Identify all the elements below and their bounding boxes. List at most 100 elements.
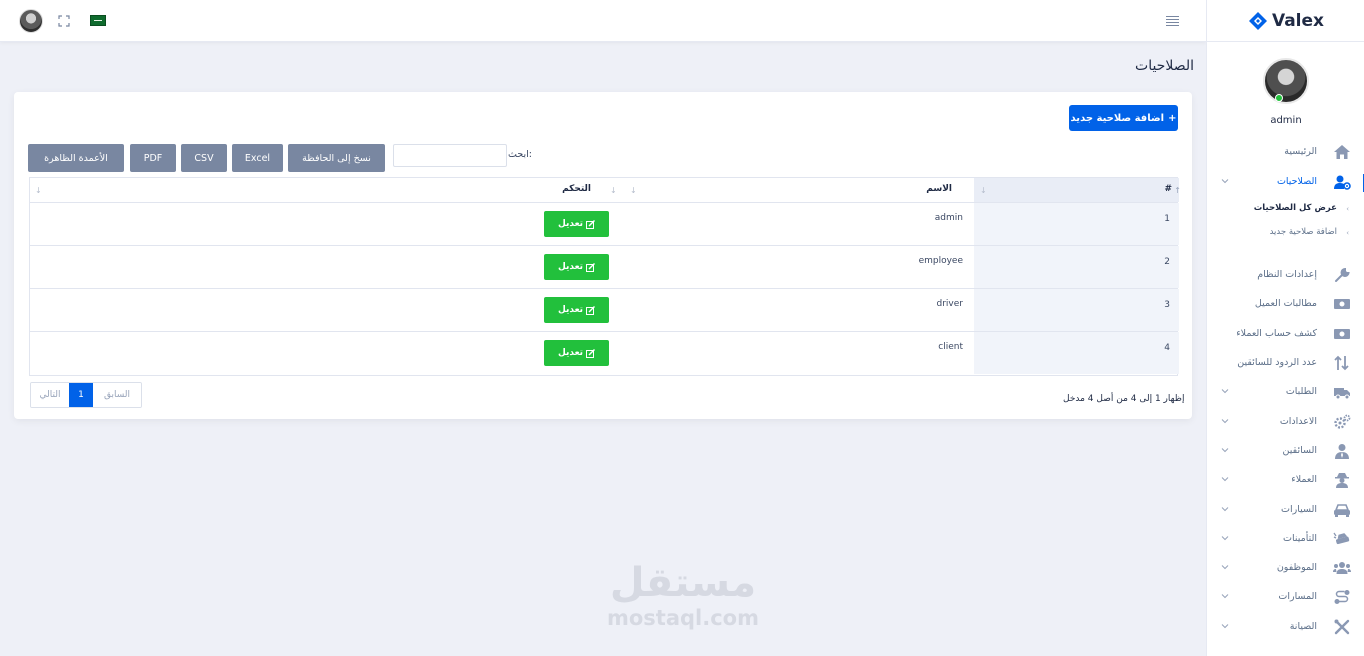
column-header-name[interactable]: الاسم ↓ [626, 178, 974, 202]
page-1-button[interactable]: 1 [69, 383, 93, 407]
wrench-icon [1335, 267, 1350, 282]
chevron-down-icon [1221, 594, 1229, 599]
sidebar-item-label: الموظفون [1276, 562, 1317, 573]
valex-logo-icon [1248, 11, 1267, 30]
permissions-table: # ↓ ↑ الاسم ↓ التحكم ↓ ↓ 1 admin تعديل 2… [29, 177, 1181, 376]
sidebar-item-customers[interactable]: العملاء [1207, 470, 1364, 492]
chevron-down-icon [1221, 565, 1229, 570]
sidebar-item-orders[interactable]: الطلبات [1207, 382, 1364, 404]
sidebar-item-system-settings[interactable]: إعدادات النظام [1207, 265, 1364, 287]
sidebar-item-driver-replies[interactable]: عدد الردود للسائقين [1207, 353, 1364, 375]
add-permission-button[interactable]: اضافة صلاحية جديد + [1069, 105, 1178, 131]
add-permission-label: اضافة صلاحية جديد [1070, 112, 1165, 124]
sidebar-subitem-label: عرض كل الصلاحيات [1253, 203, 1337, 213]
profile-avatar[interactable] [1263, 58, 1309, 104]
previous-page-button[interactable]: السابق [93, 383, 141, 407]
edit-button[interactable]: تعديل [544, 297, 609, 323]
column-visibility-button[interactable]: الأعمدة الظاهرة [28, 144, 124, 172]
column-header-label: التحكم [562, 184, 591, 194]
car-crash-icon [1333, 532, 1350, 545]
saudi-flag-icon[interactable] [90, 15, 106, 26]
sidebar-item-label: إعدادات النظام [1257, 269, 1317, 280]
sidebar-subitem-view-permissions[interactable]: ‹ عرض كل الصلاحيات [1207, 201, 1364, 217]
route-icon [1334, 590, 1350, 604]
edit-button[interactable]: تعديل [544, 254, 609, 280]
pagination: التالي 1 السابق [30, 382, 142, 408]
row-number-cell: 3 [974, 289, 1179, 331]
sidebar-item-label: عدد الردود للسائقين [1237, 357, 1317, 368]
money-icon [1334, 329, 1350, 339]
sidebar-item-cars[interactable]: السيارات [1207, 500, 1364, 522]
chevron-down-icon [1221, 477, 1229, 482]
edit-label: تعديل [557, 262, 584, 272]
search-input[interactable] [393, 144, 507, 167]
sidebar-item-employees[interactable]: الموظفون [1207, 558, 1364, 580]
table-info: إظهار 1 إلى 4 من أصل 4 مدخل [1063, 394, 1185, 404]
pdf-export-button[interactable]: PDF [130, 144, 176, 172]
profile-name: admin [1270, 115, 1302, 126]
chevron-down-icon [1221, 536, 1229, 541]
sidebar-item-home[interactable]: الرئيسية [1207, 142, 1364, 164]
row-name: admin [934, 213, 963, 223]
edit-button[interactable]: تعديل [544, 340, 609, 366]
users-icon [1333, 562, 1351, 574]
column-header-label: # [1164, 184, 1172, 194]
sort-icon [1334, 355, 1349, 371]
tools-icon [1334, 619, 1350, 635]
sidebar-item-maintenance[interactable]: الصيانة [1207, 617, 1364, 639]
sidebar-item-permissions[interactable]: الصلاحيات [1207, 172, 1364, 194]
table-row: 4 client تعديل [30, 332, 1179, 375]
sidebar-item-label: العملاء [1291, 474, 1317, 485]
fullscreen-icon[interactable] [58, 15, 70, 27]
sidebar-item-insurance[interactable]: التأمينات [1207, 529, 1364, 551]
sidebar-item-label: الطلبات [1285, 386, 1317, 397]
page-title: الصلاحيات [1135, 58, 1194, 74]
user-cog-icon [1334, 175, 1351, 190]
sidebar-item-label: مطالبات العميل [1254, 298, 1317, 309]
column-header-number[interactable]: # ↓ ↑ [974, 178, 1181, 202]
chevron-down-icon [1221, 507, 1229, 512]
sidebar-item-label: كشف حساب العملاء [1236, 328, 1317, 339]
row-number: 1 [1164, 214, 1170, 224]
row-number-cell: 2 [974, 246, 1179, 288]
sidebar-item-label: الصلاحيات [1276, 176, 1317, 187]
csv-export-button[interactable]: CSV [181, 144, 227, 172]
chevron-down-icon [1221, 389, 1229, 394]
column-header-control[interactable]: التحكم ↓ ↓ [30, 178, 626, 202]
edit-label: تعديل [557, 305, 584, 315]
sidebar-item-customer-claims[interactable]: مطالبات العميل [1207, 294, 1364, 316]
edit-label: تعديل [557, 348, 584, 358]
sidebar-item-settings[interactable]: الاعدادات [1207, 412, 1364, 434]
copy-to-clipboard-button[interactable]: نسخ إلى الحافظة [288, 144, 385, 172]
row-number: 4 [1164, 343, 1170, 353]
chevron-down-icon [1221, 419, 1229, 424]
permissions-card: اضافة صلاحية جديد + ابحث: الأعمدة الظاهر… [14, 92, 1192, 419]
watermark-arabic: مستقل [609, 560, 757, 606]
row-name: driver [936, 299, 963, 309]
top-header [0, 0, 1206, 42]
brand-name: Valex [1271, 10, 1325, 31]
hamburger-menu-icon[interactable] [1166, 16, 1179, 26]
sidebar-item-customer-statement[interactable]: كشف حساب العملاء [1207, 324, 1364, 346]
sort-up-icon: ↑ [1174, 186, 1181, 195]
user-avatar[interactable] [19, 9, 43, 33]
chevron-down-icon [1221, 624, 1229, 629]
sidebar-item-label: الرئيسية [1284, 146, 1317, 157]
row-name: client [938, 342, 963, 352]
row-number: 2 [1164, 257, 1170, 267]
user-secret-icon [1335, 473, 1349, 488]
table-row: 1 admin تعديل [30, 203, 1179, 246]
row-number-cell: 4 [974, 332, 1179, 374]
table-row: 3 driver تعديل [30, 289, 1179, 332]
brand[interactable]: Valex [1207, 0, 1364, 42]
sidebar-subitem-add-permission[interactable]: ‹ اضافة صلاحية جديد [1207, 225, 1364, 241]
sidebar-item-label: السائقين [1282, 445, 1317, 456]
edit-button[interactable]: تعديل [544, 211, 609, 237]
sidebar-subitem-label: اضافة صلاحية جديد [1269, 227, 1337, 237]
next-page-button[interactable]: التالي [31, 383, 69, 407]
sidebar-item-drivers[interactable]: السائقين [1207, 441, 1364, 463]
sidebar-item-label: الصيانة [1289, 621, 1317, 632]
sidebar-item-routes[interactable]: المسارات [1207, 587, 1364, 609]
excel-export-button[interactable]: Excel [232, 144, 283, 172]
sort-icon: ↓ [610, 186, 617, 195]
